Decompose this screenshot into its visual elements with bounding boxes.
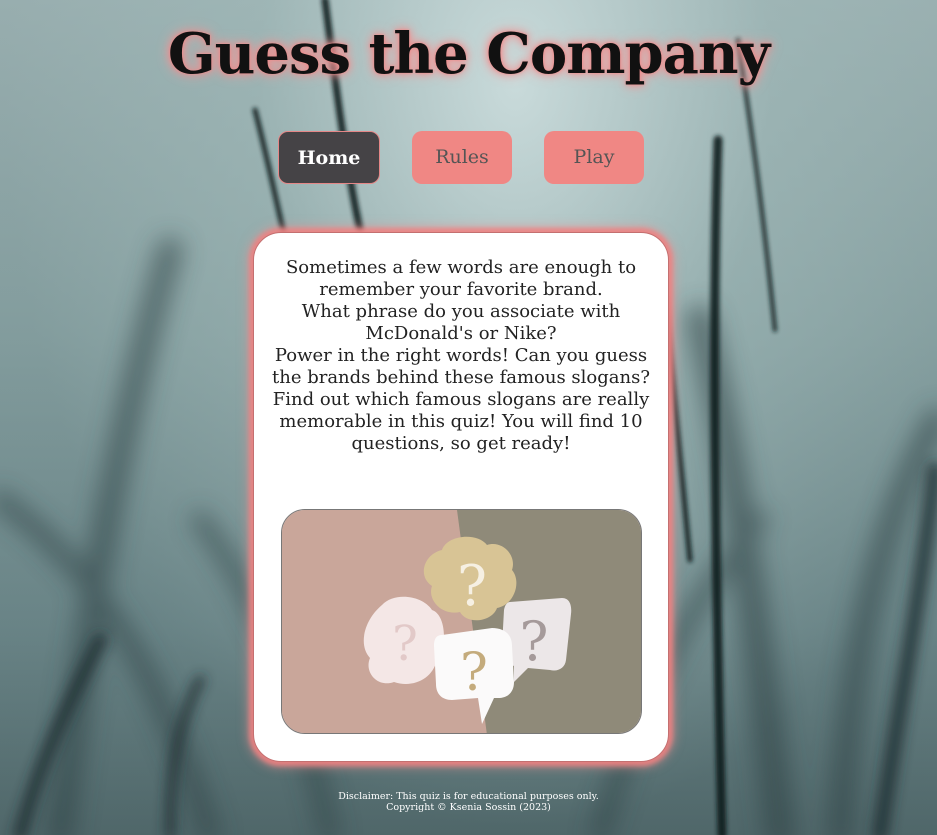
svg-text:?: ? <box>520 610 549 673</box>
intro-paragraph: What phrase do you associate with McDona… <box>301 301 621 344</box>
intro-paragraph: Find out which famous slogans are really… <box>272 389 650 454</box>
svg-text:?: ? <box>392 616 418 672</box>
nav-rules-button[interactable]: Rules <box>412 131 512 184</box>
svg-text:?: ? <box>460 643 488 703</box>
main-nav: Home Rules Play <box>0 131 937 187</box>
disclaimer-text: Disclaimer: This quiz is for educational… <box>338 791 599 802</box>
copyright-text: Copyright © Ksenia Sossin (2023) <box>386 802 551 813</box>
page-title: Guess the Company <box>167 21 770 87</box>
svg-text:?: ? <box>457 554 487 619</box>
intro-text: Sometimes a few words are enough to reme… <box>272 257 650 455</box>
nav-play-button[interactable]: Play <box>544 131 644 184</box>
intro-paragraph: Power in the right words! Can you guess … <box>272 345 650 388</box>
intro-paragraph: Sometimes a few words are enough to reme… <box>285 257 637 300</box>
footer: Disclaimer: This quiz is for educational… <box>0 791 937 813</box>
intro-card: Sometimes a few words are enough to reme… <box>253 232 669 762</box>
nav-home-button[interactable]: Home <box>278 131 380 184</box>
question-marks-image: ? ? ? ? <box>281 509 642 734</box>
